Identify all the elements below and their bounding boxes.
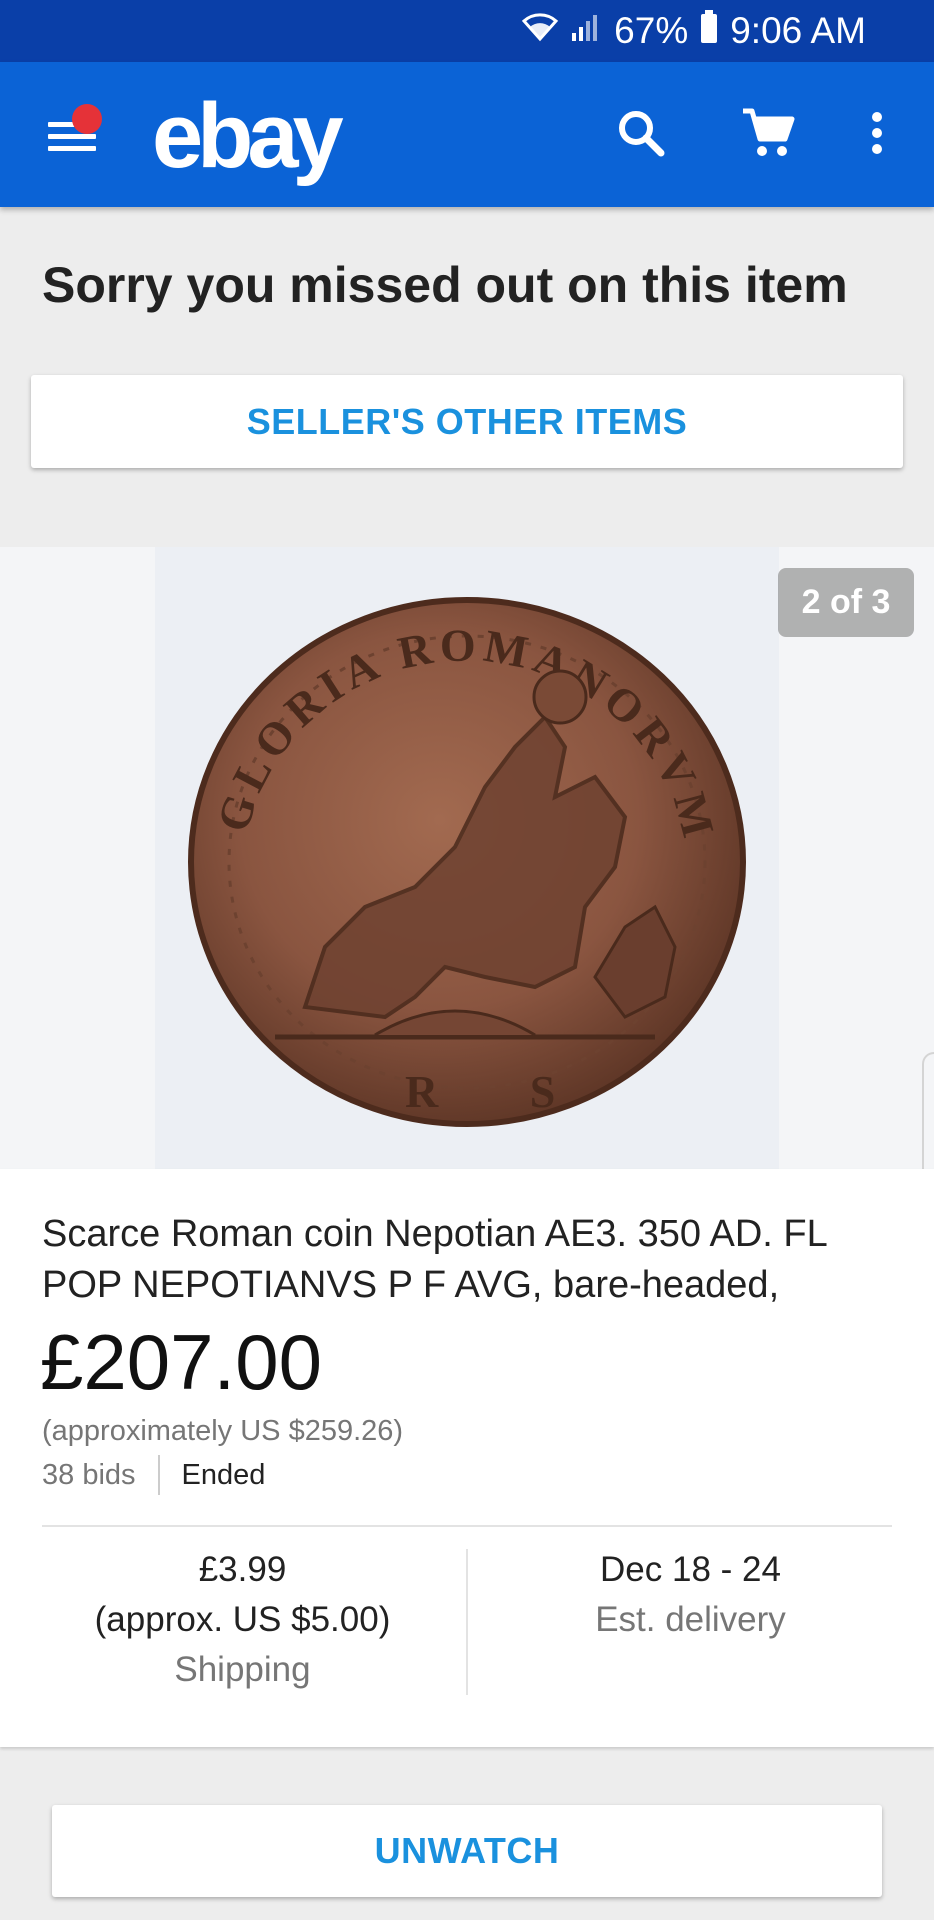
bids-row: 38 bids Ended bbox=[42, 1455, 265, 1495]
approx-price: (approximately US $259.26) bbox=[42, 1415, 404, 1447]
sellers-other-items-button[interactable]: SELLER'S OTHER ITEMS bbox=[31, 375, 903, 468]
delivery-dates: Dec 18 - 24 bbox=[600, 1550, 781, 1589]
shipping-cost: £3.99 bbox=[198, 1550, 287, 1589]
signal-icon bbox=[570, 10, 600, 52]
battery-percent: 67% bbox=[614, 10, 689, 51]
shipping-info: £3.99 (approx. US $5.00) Shipping bbox=[30, 1545, 455, 1695]
image-gallery[interactable]: GLORIA ROMANORVM R S bbox=[0, 547, 934, 1169]
delivery-info: Dec 18 - 24 Est. delivery bbox=[478, 1545, 903, 1645]
column-divider bbox=[466, 1549, 468, 1695]
status-icons bbox=[520, 10, 600, 52]
coin-mint-mark: R S bbox=[405, 1066, 595, 1117]
ebay-logo[interactable]: ebay bbox=[152, 84, 344, 189]
clock: 9:06 AM bbox=[730, 10, 866, 51]
cart-button[interactable] bbox=[735, 102, 801, 168]
item-price: £207.00 bbox=[40, 1318, 322, 1406]
unwatch-button[interactable]: UNWATCH bbox=[52, 1805, 882, 1897]
delivery-label: Est. delivery bbox=[595, 1600, 786, 1639]
photo-counter: 2 of 3 bbox=[778, 568, 914, 637]
missed-out-heading: Sorry you missed out on this item bbox=[42, 257, 848, 313]
bid-count[interactable]: 38 bids bbox=[42, 1459, 136, 1492]
shipping-approx: (approx. US $5.00) bbox=[94, 1600, 391, 1639]
menu-button[interactable] bbox=[42, 100, 112, 170]
shipping-label: Shipping bbox=[174, 1650, 311, 1689]
divider bbox=[157, 1455, 160, 1495]
item-title: Scarce Roman coin Nepotian AE3. 350 AD. … bbox=[42, 1213, 827, 1306]
listing-status: Ended bbox=[181, 1458, 266, 1491]
search-icon bbox=[615, 107, 667, 164]
notification-badge bbox=[72, 104, 102, 134]
more-vert-icon bbox=[870, 111, 884, 160]
more-options-button[interactable] bbox=[844, 102, 910, 168]
status-bar: 67% 9:06 AM bbox=[0, 0, 934, 62]
item-info-card: Scarce Roman coin Nepotian AE3. 350 AD. … bbox=[0, 1169, 934, 1747]
item-photo[interactable]: GLORIA ROMANORVM R S bbox=[155, 547, 779, 1169]
coin-image: GLORIA ROMANORVM R S bbox=[188, 597, 746, 1127]
search-button[interactable] bbox=[608, 102, 674, 168]
section-divider bbox=[42, 1525, 892, 1527]
app-bar: ebay bbox=[0, 62, 934, 207]
battery-icon bbox=[700, 9, 718, 53]
wifi-icon bbox=[520, 10, 560, 52]
cart-icon bbox=[741, 107, 795, 164]
